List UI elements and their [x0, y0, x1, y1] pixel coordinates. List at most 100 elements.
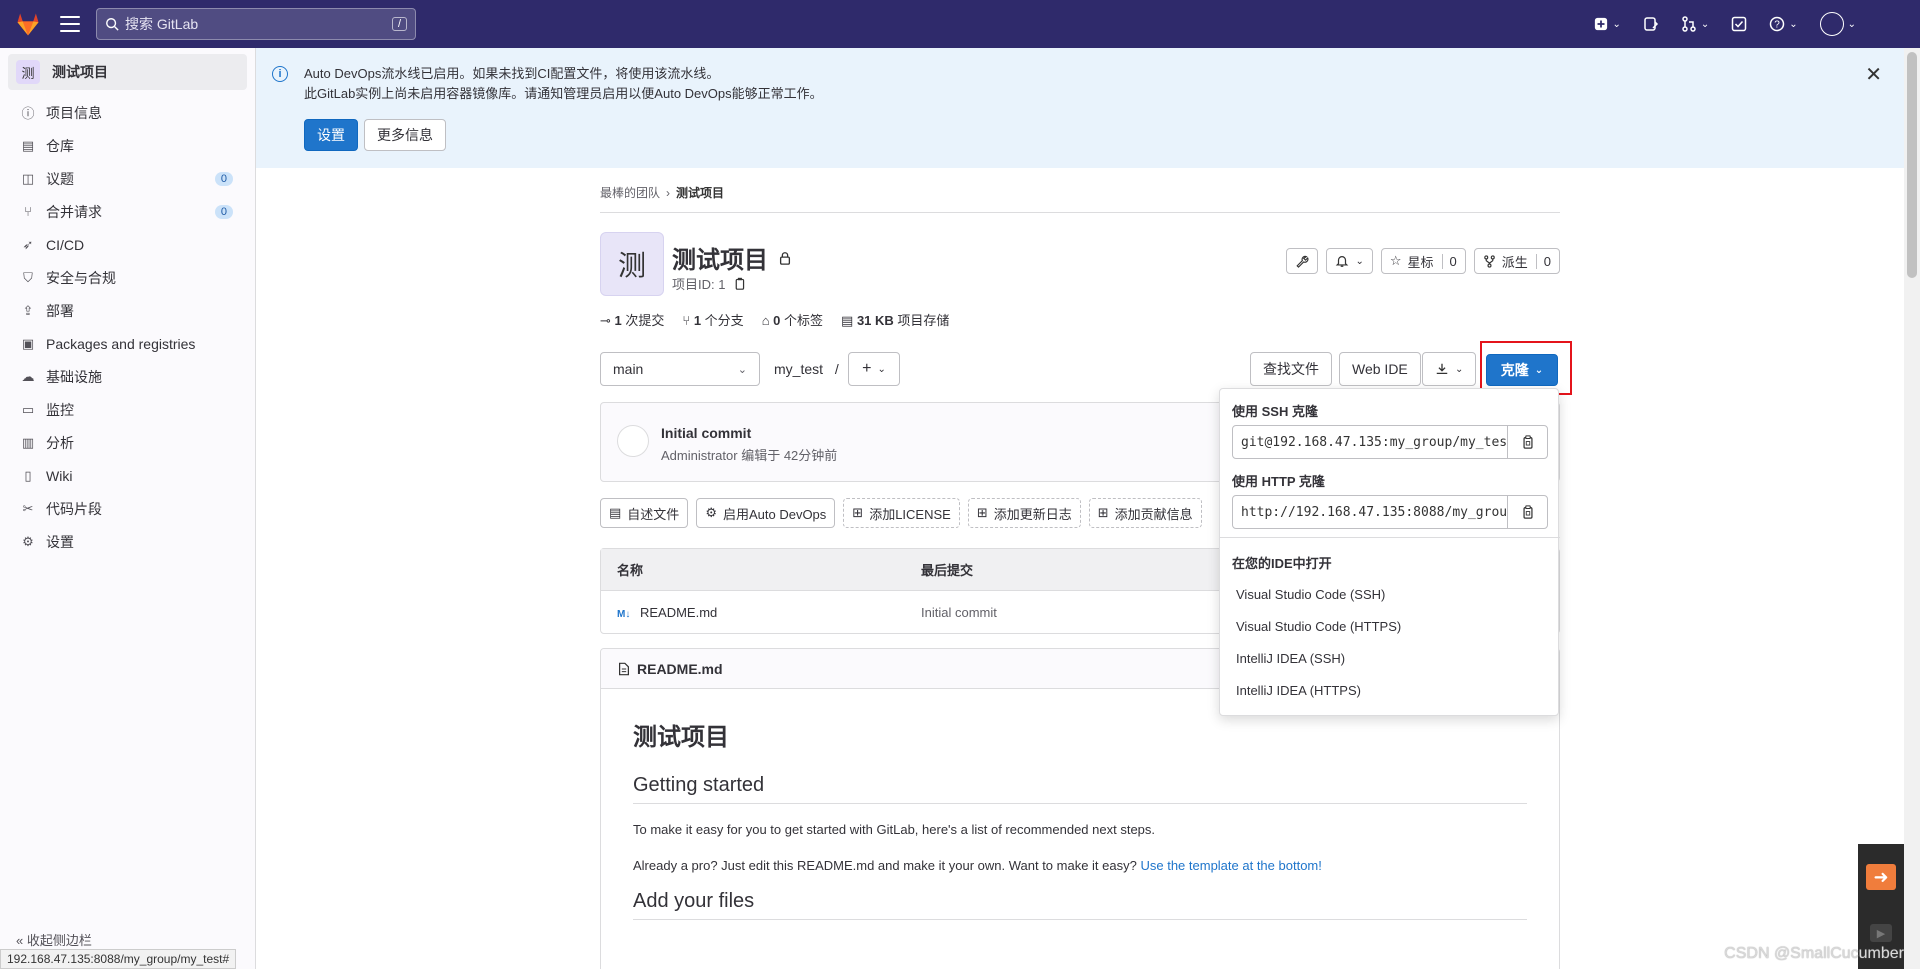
tags-stat[interactable]: ⌂ 0 个标签 — [762, 310, 823, 329]
search-icon — [106, 18, 119, 31]
plus-square-icon — [1595, 17, 1608, 31]
more-info-button[interactable]: 更多信息 — [364, 119, 446, 151]
fork-button[interactable]: 派生 0 — [1473, 248, 1560, 274]
search-input[interactable] — [125, 16, 392, 32]
page-scrollbar[interactable] — [1904, 48, 1920, 969]
sidebar-item-3[interactable]: ⑂ 合并请求 0 — [0, 195, 255, 228]
sidebar-item-label: 合并请求 — [46, 203, 102, 220]
snippet-icon: ✂ — [22, 500, 34, 516]
sidebar-item-1[interactable]: ▤ 仓库 — [0, 129, 255, 162]
notification-dropdown[interactable]: ⌄ — [1326, 248, 1373, 274]
ide-option-vscode-https[interactable]: Visual Studio Code (HTTPS) — [1236, 619, 1401, 634]
monitor-icon: ▭ — [21, 401, 35, 417]
sidebar-item-0[interactable]: ⓘ 项目信息 — [0, 96, 255, 129]
copy-ssh-url-button[interactable] — [1507, 426, 1547, 458]
chart-icon: ▥ — [21, 434, 35, 450]
sidebar-item-7[interactable]: ▣ Packages and registries — [0, 327, 255, 360]
sidebar-item-4[interactable]: ➶ CI/CD — [0, 228, 255, 261]
readme-paragraph-2-text: Already a pro? Just edit this README.md … — [633, 858, 1137, 873]
sidebar-item-10[interactable]: ▥ 分析 — [0, 426, 255, 459]
commit-title[interactable]: Initial commit — [661, 425, 751, 441]
star-button[interactable]: ☆ 星标 0 — [1380, 248, 1466, 274]
commits-stat[interactable]: ⊸ 1 次提交 — [600, 310, 664, 329]
ide-option-vscode-ssh[interactable]: Visual Studio Code (SSH) — [1236, 587, 1385, 602]
quick-action-button-1[interactable]: ⚙ 启用Auto DevOps — [696, 498, 836, 528]
chevron-down-icon: ⌄ — [1612, 18, 1621, 30]
todos-nav-button[interactable] — [1731, 16, 1747, 32]
user-menu[interactable]: ⌄ — [1819, 12, 1856, 36]
help-dropdown[interactable]: ? ⌄ — [1769, 16, 1798, 32]
breadcrumb-project-link[interactable]: 测试项目 — [676, 184, 724, 201]
repo-path-name[interactable]: my_test — [774, 361, 823, 377]
breadcrumb-group-link[interactable]: 最棒的团队 — [600, 184, 660, 201]
sidebar-item-label: 监控 — [46, 401, 74, 418]
play-icon[interactable]: ▶ — [1870, 924, 1892, 942]
readme-filename[interactable]: README.md — [637, 661, 723, 677]
http-clone-field — [1232, 495, 1548, 529]
gitlab-logo-icon[interactable] — [14, 10, 42, 38]
branch-selector[interactable]: main ⌄ — [600, 352, 760, 386]
find-file-button[interactable]: 查找文件 — [1250, 352, 1332, 386]
sidebar-item-label: Packages and registries — [46, 335, 196, 352]
branches-stat[interactable]: ⑂ 1 个分支 — [682, 310, 743, 329]
copy-icon[interactable] — [733, 277, 746, 290]
sidebar-project-header[interactable]: 测 测试项目 — [8, 54, 247, 90]
create-new-dropdown[interactable]: ⌄ — [1594, 17, 1621, 31]
quick-action-button-0[interactable]: ▤ 自述文件 — [600, 498, 689, 528]
download-dropdown[interactable]: ⌄ — [1422, 352, 1477, 386]
search-box[interactable]: / — [96, 8, 416, 40]
web-ide-button[interactable]: Web IDE — [1339, 352, 1421, 386]
commit-author-avatar[interactable] — [617, 425, 649, 457]
settings-button[interactable]: 设置 — [304, 119, 358, 151]
alert-line-1: Auto DevOps流水线已启用。如果未找到CI配置文件，将使用该流水线。 — [304, 66, 720, 81]
close-icon[interactable]: ✕ — [1865, 62, 1882, 87]
book-icon: ▯ — [24, 467, 32, 483]
quick-action-button-3[interactable]: ⊞ 添加更新日志 — [967, 498, 1081, 528]
sidebar-item-9[interactable]: ▭ 监控 — [0, 393, 255, 426]
readme-h2-add-files: Add your files — [633, 890, 1527, 920]
sidebar-item-11[interactable]: ▯ Wiki — [0, 459, 255, 492]
ide-option-intellij-https[interactable]: IntelliJ IDEA (HTTPS) — [1236, 683, 1361, 698]
issues-nav-button[interactable] — [1643, 16, 1659, 32]
sidebar-item-5[interactable]: ⛉ 安全与合规 — [0, 261, 255, 294]
sidebar-item-8[interactable]: ☁ 基础设施 — [0, 360, 255, 393]
sidebar-item-label: 议题 — [46, 170, 74, 187]
merge-requests-nav-button[interactable]: ⌄ — [1681, 16, 1709, 32]
sidebar-item-13[interactable]: ⚙ 设置 — [0, 525, 255, 558]
http-clone-url-input[interactable] — [1233, 504, 1508, 520]
sidebar-item-6[interactable]: ⇪ 部署 — [0, 294, 255, 327]
sidebar-item-2[interactable]: ◫ 议题 0 — [0, 162, 255, 195]
copy-http-url-button[interactable] — [1507, 496, 1547, 528]
quick-action-button-4[interactable]: ⊞ 添加贡献信息 — [1088, 498, 1202, 528]
issues-icon: ◫ — [21, 170, 35, 186]
ssh-clone-label: 使用 SSH 克隆 — [1232, 404, 1318, 419]
menu-hamburger-icon[interactable] — [60, 16, 80, 32]
scrollbar-thumb[interactable] — [1907, 52, 1917, 278]
shield-icon: ⛉ — [23, 269, 33, 285]
storage-stat[interactable]: ▤ 31 KB 项目存储 — [841, 310, 949, 329]
add-to-tree-dropdown[interactable]: + ⌄ — [848, 352, 900, 386]
chevron-down-icon: ⌄ — [737, 363, 747, 376]
bell-icon — [1336, 256, 1349, 267]
wrench-icon — [1296, 255, 1309, 268]
sidebar-item-label: 基础设施 — [46, 368, 102, 385]
project-settings-button[interactable] — [1286, 248, 1319, 274]
collapse-sidebar-button[interactable]: « 收起侧边栏 — [0, 930, 256, 949]
ssh-clone-url-input[interactable] — [1233, 434, 1508, 450]
search-shortcut-badge: / — [391, 17, 407, 31]
sidebar-item-12[interactable]: ✂ 代码片段 — [0, 492, 255, 525]
ide-option-intellij-ssh[interactable]: IntelliJ IDEA (SSH) — [1236, 651, 1345, 666]
readme-h2-getting-started: Getting started — [633, 774, 1527, 804]
readme-template-link[interactable]: Use the template at the bottom! — [1140, 858, 1321, 873]
sidebar-item-count-badge: 0 — [214, 204, 233, 219]
user-avatar — [1819, 12, 1844, 36]
top-right-actions: ⌄ ⌄ ? ⌄ ⌄ — [1594, 0, 1856, 48]
breadcrumb-divider — [600, 212, 1560, 213]
clone-dropdown-button[interactable]: 克隆 ⌄ — [1486, 354, 1558, 386]
fork-count: 0 — [1535, 253, 1551, 269]
project-id-text: 项目ID: 1 — [672, 277, 726, 292]
quick-action-button-2[interactable]: ⊞ 添加LICENSE — [843, 498, 960, 528]
commit-author[interactable]: Administrator — [661, 448, 738, 463]
arrow-right-icon[interactable]: ➜ — [1866, 864, 1896, 890]
file-name-cell[interactable]: M↓ README.md — [601, 605, 921, 620]
